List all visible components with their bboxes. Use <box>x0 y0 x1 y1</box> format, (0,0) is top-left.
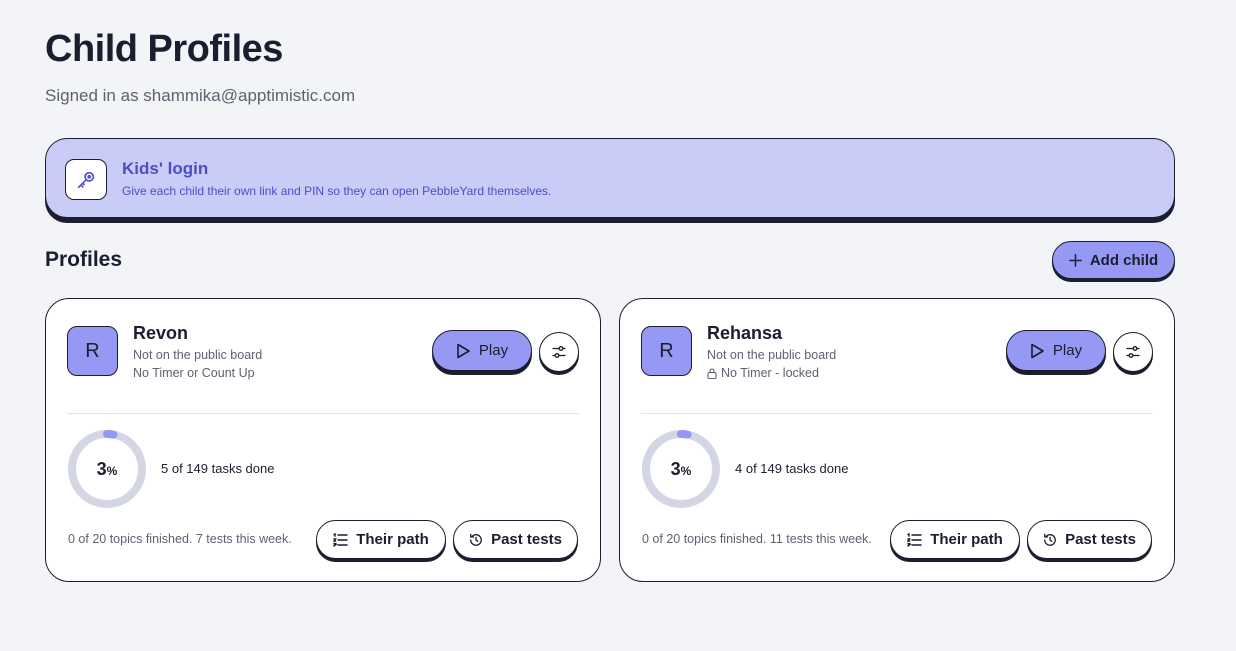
progress-percent: 3% <box>67 429 147 509</box>
play-button[interactable]: Play <box>432 330 532 371</box>
add-child-button[interactable]: Add child <box>1052 241 1175 279</box>
plus-icon <box>1069 253 1082 267</box>
play-label: Play <box>1052 342 1083 359</box>
child-name: Rehansa <box>707 323 783 343</box>
board-status: Not on the public board <box>133 348 262 362</box>
topics-summary: 0 of 20 topics finished. 7 tests this we… <box>68 532 292 546</box>
board-status: Not on the public board <box>707 348 836 362</box>
play-label: Play <box>478 342 509 359</box>
kids-login-banner[interactable]: Kids' login Give each child their own li… <box>45 138 1175 218</box>
key-icon <box>77 171 95 188</box>
profiles-section-title: Profiles <box>45 248 123 271</box>
child-card-1: R Revon Not on the public board No Timer… <box>45 298 601 582</box>
play-icon <box>457 343 470 358</box>
card-divider <box>641 413 1153 414</box>
their-path-label: Their path <box>930 531 1003 548</box>
past-tests-label: Past tests <box>491 531 562 548</box>
progress-number: 3 <box>670 458 681 479</box>
child-card-2: R Rehansa Not on the public board No Tim… <box>619 298 1175 582</box>
history-icon <box>470 533 482 546</box>
avatar: R <box>641 326 692 376</box>
kids-login-title: Kids' login <box>122 159 209 178</box>
progress-number: 3 <box>96 458 107 479</box>
add-child-label: Add child <box>1089 251 1159 269</box>
past-tests-button[interactable]: Past tests <box>1027 520 1152 559</box>
progress-suffix: % <box>680 464 692 478</box>
board-status-text: Not on the public board <box>133 348 263 362</box>
lock-icon <box>707 367 717 379</box>
board-status-text: Not on the public board <box>707 348 837 362</box>
list-icon <box>907 532 922 547</box>
avatar: R <box>67 326 118 376</box>
play-button[interactable]: Play <box>1006 330 1106 371</box>
sliders-icon <box>1126 346 1140 358</box>
timer-status: No Timer - locked <box>707 366 819 380</box>
their-path-button[interactable]: Their path <box>890 520 1020 559</box>
timer-status-text: No Timer or Count Up <box>133 366 255 380</box>
settings-button[interactable] <box>539 332 579 372</box>
child-name: Revon <box>133 323 189 343</box>
timer-status-text: No Timer - locked <box>721 366 819 380</box>
tasks-done: 4 of 149 tasks done <box>735 461 849 476</box>
settings-button[interactable] <box>1113 332 1153 372</box>
banner-icon-box <box>65 159 107 200</box>
topics-summary: 0 of 20 topics finished. 11 tests this w… <box>642 532 872 546</box>
their-path-label: Their path <box>356 531 429 548</box>
list-icon <box>333 532 348 547</box>
play-icon <box>1031 343 1044 358</box>
past-tests-button[interactable]: Past tests <box>453 520 578 559</box>
page-title: Child Profiles <box>45 28 283 70</box>
timer-status: No Timer or Count Up <box>133 366 255 380</box>
tasks-done: 5 of 149 tasks done <box>161 461 275 476</box>
past-tests-label: Past tests <box>1065 531 1136 548</box>
progress-percent: 3% <box>641 429 721 509</box>
their-path-button[interactable]: Their path <box>316 520 446 559</box>
kids-login-description: Give each child their own link and PIN s… <box>122 184 552 198</box>
card-divider <box>67 413 579 414</box>
signed-in-subtitle: Signed in as shammika@apptimistic.com <box>45 86 356 105</box>
progress-suffix: % <box>106 464 118 478</box>
history-icon <box>1044 533 1056 546</box>
sliders-icon <box>552 346 566 358</box>
